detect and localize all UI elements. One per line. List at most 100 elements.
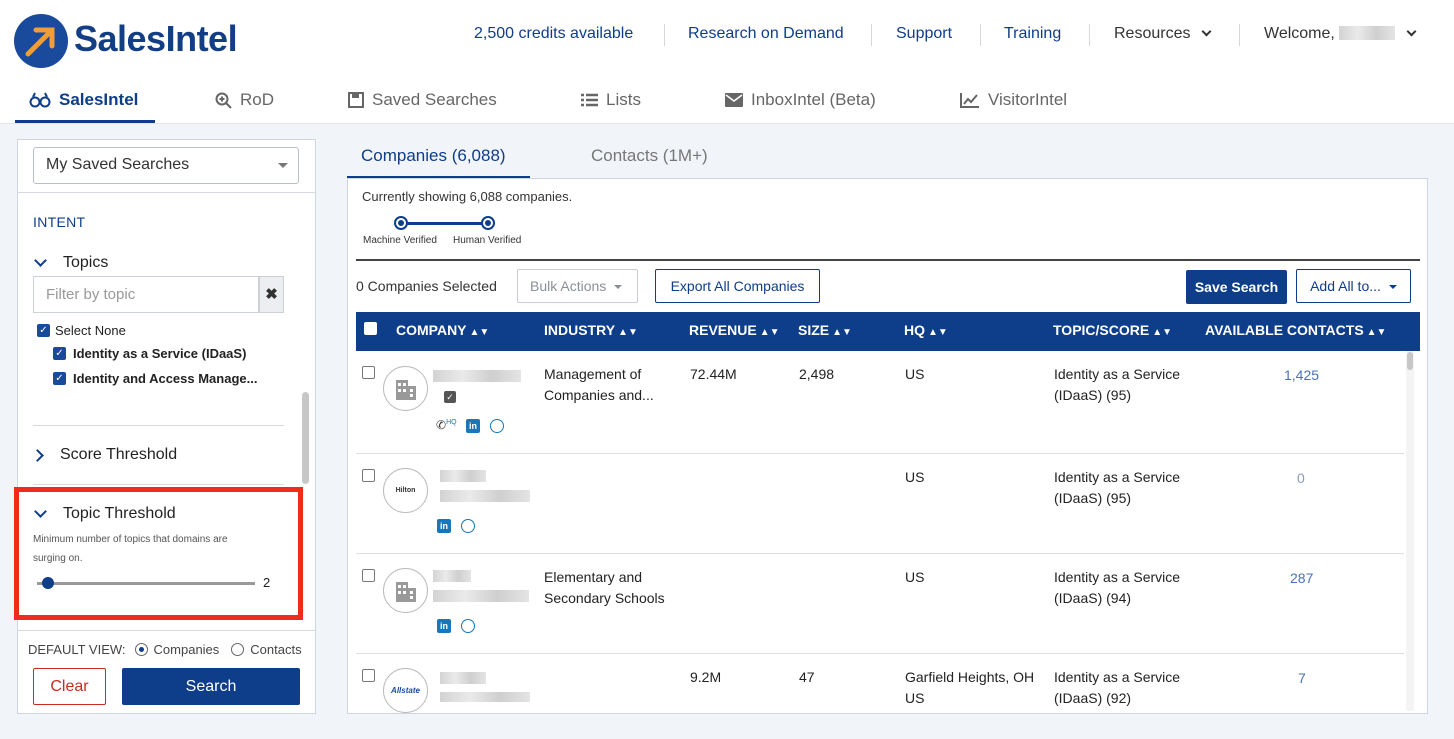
research-on-demand-link[interactable]: Research on Demand [688,25,844,43]
selected-count: 0 Companies Selected [356,278,497,294]
row-divider [356,553,1404,554]
company-logo [383,568,428,613]
col-available-contacts[interactable]: AVAILABLE CONTACTS ▲▼ [1205,322,1386,338]
hq-cell: US [905,569,925,585]
radio-contacts-label[interactable]: Contacts [250,642,301,657]
tab-lists[interactable]: Lists [581,90,641,110]
row-divider [356,453,1404,454]
hq-cell: US [905,469,925,485]
column-header: COMPANY [396,322,467,338]
row-checkbox[interactable] [362,366,375,379]
col-hq[interactable]: HQ ▲▼ [904,322,948,338]
available-contacts-link[interactable]: 7 [1298,670,1306,686]
tab-rod[interactable]: RoD [215,90,274,110]
chevron-down-icon [1406,26,1417,37]
select-value: My Saved Searches [46,156,190,173]
tab-inboxintel[interactable]: InboxIntel (Beta) [725,90,876,110]
credits-link[interactable]: 2,500 credits available [474,25,633,43]
linkedin-icon[interactable]: in [437,619,451,633]
human-verified-handle[interactable] [481,216,495,230]
tab-visitorintel[interactable]: VisitorIntel [960,90,1067,110]
redacted-company-name[interactable] [440,470,486,482]
user-menu[interactable]: Welcome, [1264,25,1417,43]
available-contacts-link[interactable]: 287 [1290,570,1313,586]
row-checkbox[interactable] [362,469,375,482]
topic-checkbox-item[interactable]: ✓ Identity as a Service (IDaaS) [53,346,246,361]
add-all-to-dropdown[interactable]: Add All to... [1296,269,1411,303]
select-none-option[interactable]: ✓ Select None [37,323,126,338]
column-header: REVENUE [689,322,757,338]
machine-verified-handle[interactable] [394,216,408,230]
table-scrollbar-thumb[interactable] [1407,352,1413,370]
human-verified-label: Human Verified [453,235,522,246]
nav-divider [1239,24,1240,46]
col-topic-score[interactable]: TOPIC/SCORE ▲▼ [1053,322,1172,338]
col-company[interactable]: COMPANY ▲▼ [396,322,489,338]
table-scrollbar[interactable] [1406,351,1414,711]
phone-icon[interactable]: ✆HQ [436,418,457,432]
topic-score-cell: Identity as a Service (IDaaS) (95) [1054,366,1181,403]
row-checkbox[interactable] [362,569,375,582]
topic-label: Identity as a Service (IDaaS) [73,346,247,361]
col-industry[interactable]: INDUSTRY ▲▼ [544,322,638,338]
available-contacts-link[interactable]: 1,425 [1284,367,1319,383]
radio-companies[interactable] [134,643,148,656]
col-size[interactable]: SIZE ▲▼ [798,322,852,338]
tab-label: VisitorIntel [988,90,1068,109]
support-link[interactable]: Support [896,25,952,43]
export-all-button[interactable]: Export All Companies [655,269,820,303]
envelope-icon [725,93,743,107]
size-cell: 47 [799,669,815,685]
logo-mark[interactable] [14,14,68,68]
redacted-company-name[interactable] [433,370,521,382]
logo-text[interactable]: SalesIntel [74,18,238,60]
saved-searches-select[interactable]: My Saved Searches [33,147,299,184]
intent-section-label: INTENT [33,214,86,230]
linkedin-icon[interactable]: in [466,419,480,433]
topic-score-cell: Identity as a Service (IDaaS) (94) [1054,569,1181,606]
column-header: INDUSTRY [544,322,616,338]
tab-contacts[interactable]: Contacts (1M+) [591,146,708,166]
topics-toggle[interactable]: Topics [34,253,109,272]
tab-salesintel[interactable]: SalesIntel [29,90,138,110]
verification-slider-track[interactable] [401,222,489,225]
default-view-row: DEFAULT VIEW: Companies Contacts [28,642,302,657]
radio-companies-label[interactable]: Companies [154,642,220,657]
globe-icon[interactable] [461,619,475,633]
nav-divider [980,24,981,46]
col-revenue[interactable]: REVENUE ▲▼ [689,322,779,338]
globe-icon[interactable] [490,419,504,433]
save-search-button[interactable]: Save Search [1186,270,1287,304]
company-logo-text: Allstate [391,686,420,695]
radio-contacts[interactable] [231,643,245,656]
sort-icon: ▲▼ [832,327,852,338]
default-view-label: DEFAULT VIEW: [28,642,126,657]
redacted-company-name[interactable] [433,570,471,582]
sidebar-scrollbar[interactable] [302,392,309,484]
topic-filter-input[interactable]: Filter by topic [33,276,259,313]
available-contacts-link[interactable]: 0 [1297,470,1305,486]
topic-checkbox-item[interactable]: ✓ Identity and Access Manage... [53,371,257,386]
sort-icon: ▲▼ [618,327,638,338]
clear-button[interactable]: Clear [33,668,106,705]
select-all-checkbox[interactable] [364,322,377,335]
sort-icon: ▲▼ [469,327,490,338]
redacted-company-name[interactable] [440,672,486,684]
bulk-actions-label: Bulk Actions [530,278,607,294]
resources-menu[interactable]: Resources [1114,25,1212,43]
topics-title: Topics [63,254,109,271]
sort-icon: ▲▼ [1366,327,1387,338]
magnifier-plus-icon [215,92,232,109]
linkedin-icon[interactable]: in [437,519,451,533]
search-button[interactable]: Search [122,668,300,705]
redacted-company-domain [440,490,530,502]
bulk-actions-dropdown[interactable]: Bulk Actions [517,269,638,303]
training-link[interactable]: Training [1004,25,1061,43]
score-threshold-toggle[interactable]: Score Threshold [31,446,177,464]
globe-icon[interactable] [461,519,475,533]
machine-verified-label: Machine Verified [363,235,437,246]
tab-saved-searches[interactable]: Saved Searches [348,90,497,110]
tab-companies[interactable]: Companies (6,088) [361,146,506,166]
row-checkbox[interactable] [362,669,375,682]
clear-filter-button[interactable]: ✖ [259,276,284,313]
